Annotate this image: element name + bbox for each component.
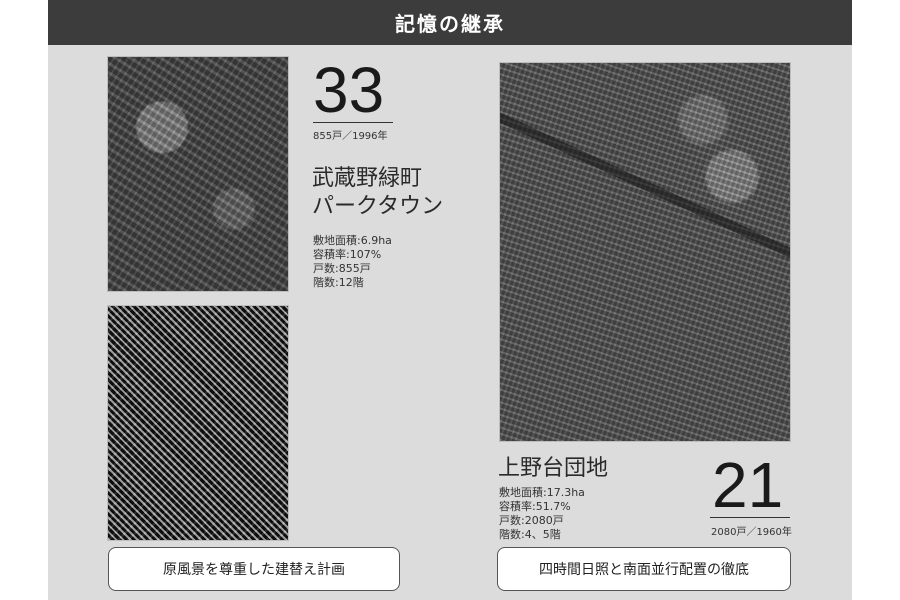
caption-box-left: 原風景を尊重した建替え計画 — [108, 547, 400, 591]
project-meta-right: 2080戸／1960年 — [711, 527, 792, 538]
spec-units: 戸数:2080戸 — [499, 514, 564, 527]
number-divider-right — [710, 517, 790, 518]
project-name: 武蔵野緑町 パークタウン — [312, 165, 443, 221]
project-name-line2: パークタウン — [312, 194, 444, 219]
spec-floors: 階数:4、5階 — [499, 528, 561, 541]
caption-box-right: 四時間日照と南面並行配置の徹底 — [497, 547, 791, 591]
number-divider — [313, 122, 393, 123]
project-specs-right: 敷地面積:17.3ha 容積率:51.7% 戸数:2080戸 階数:4、5階 — [499, 486, 585, 542]
project-meta: 855戸／1996年 — [313, 131, 388, 142]
spec-floor-ratio: 容積率:107% — [313, 248, 382, 261]
project-name-line1: 武蔵野緑町 — [312, 166, 423, 191]
spec-floors: 階数:12階 — [313, 276, 364, 289]
spec-site-area: 敷地面積:17.3ha — [499, 486, 585, 499]
page-title: 記憶の継承 — [48, 0, 852, 45]
spec-units: 戸数:855戸 — [313, 262, 371, 275]
aerial-photo-before — [107, 56, 289, 292]
project-number: 33 — [313, 54, 385, 126]
aerial-photo-after — [107, 305, 289, 541]
spec-floor-ratio: 容積率:51.7% — [499, 500, 571, 513]
project-number-right: 21 — [712, 449, 784, 521]
spec-site-area: 敷地面積:6.9ha — [313, 234, 392, 247]
aerial-photo-ueno — [499, 62, 791, 442]
project-name-right: 上野台団地 — [498, 456, 609, 481]
project-specs: 敷地面積:6.9ha 容積率:107% 戸数:855戸 階数:12階 — [313, 234, 392, 290]
